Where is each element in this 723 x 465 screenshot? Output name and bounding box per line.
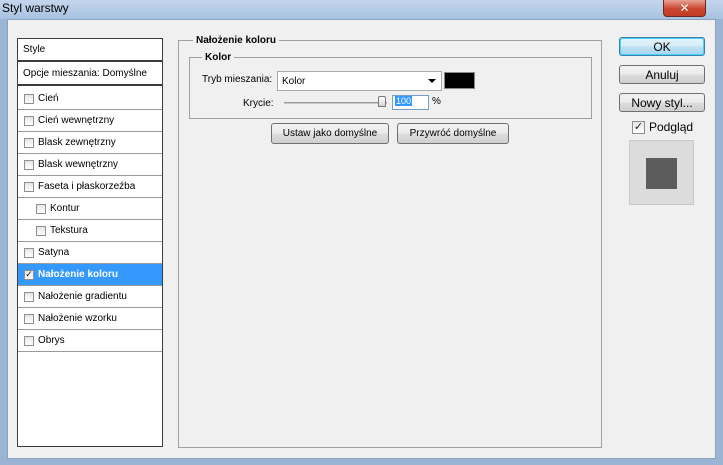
style-list-item[interactable]: Satyna bbox=[18, 242, 162, 264]
style-list-item[interactable]: Obrys bbox=[18, 330, 162, 352]
checkbox-icon[interactable]: ✓ bbox=[24, 269, 34, 280]
panel-title: Nałożenie koloru bbox=[193, 35, 280, 46]
style-list-header[interactable]: Style bbox=[18, 39, 162, 62]
checkbox-icon[interactable] bbox=[36, 203, 46, 214]
style-list-item-label: Nałożenie koloru bbox=[38, 269, 119, 280]
blend-mode-select[interactable]: Kolor bbox=[277, 71, 442, 91]
opacity-unit: % bbox=[432, 96, 441, 107]
style-list: Style Opcje mieszania: Domyślne Cień Cień… bbox=[17, 38, 163, 447]
style-list-item-label: Blask zewnętrzny bbox=[38, 137, 116, 148]
opacity-value: 100 bbox=[395, 96, 413, 106]
chevron-down-icon bbox=[428, 79, 436, 83]
checkbox-icon[interactable] bbox=[24, 335, 34, 346]
checkbox-icon[interactable] bbox=[24, 181, 34, 192]
preview-thumbnail bbox=[629, 140, 694, 205]
preview-swatch bbox=[646, 158, 677, 189]
reset-default-button[interactable]: Przywróć domyślne bbox=[397, 123, 509, 144]
style-list-item[interactable]: Blask wewnętrzny bbox=[18, 154, 162, 176]
style-list-item[interactable]: Faseta i płaskorzeźba bbox=[18, 176, 162, 198]
style-list-item-label: Cień bbox=[38, 93, 59, 104]
style-list-item-label: Faseta i płaskorzeźba bbox=[38, 181, 136, 192]
style-list-item[interactable]: ✓ Nałożenie koloru bbox=[18, 264, 162, 286]
opacity-slider-handle[interactable] bbox=[378, 96, 386, 107]
style-list-item-label: Blask wewnętrzny bbox=[38, 159, 119, 170]
new-style-button[interactable]: Nowy styl... bbox=[619, 93, 705, 112]
style-list-item-label: Cień wewnętrzny bbox=[38, 115, 115, 126]
style-list-item[interactable]: Nałożenie gradientu bbox=[18, 286, 162, 308]
window-title: Styl warstwy bbox=[2, 1, 69, 15]
checkbox-icon[interactable] bbox=[24, 93, 34, 104]
opacity-label: Krycie: bbox=[243, 98, 274, 109]
checkbox-icon: ✓ bbox=[632, 120, 645, 134]
style-list-item-label: Tekstura bbox=[50, 225, 88, 236]
ok-button[interactable]: OK bbox=[619, 37, 705, 56]
cancel-button[interactable]: Anuluj bbox=[619, 65, 705, 84]
color-subgroup: Kolor Tryb mieszania: Kolor Krycie: 100 … bbox=[189, 52, 592, 119]
style-list-item-label: Obrys bbox=[38, 335, 65, 346]
checkbox-icon[interactable] bbox=[24, 115, 34, 126]
blend-mode-value: Kolor bbox=[282, 75, 306, 87]
style-list-item[interactable]: Nałożenie wzorku bbox=[18, 308, 162, 330]
blend-mode-label: Tryb mieszania: bbox=[202, 74, 273, 85]
checkbox-icon[interactable] bbox=[24, 291, 34, 302]
style-list-item[interactable]: Cień bbox=[18, 88, 162, 110]
preview-checkbox[interactable]: ✓ Podgląd bbox=[632, 120, 693, 134]
style-list-item-label: Kontur bbox=[50, 203, 80, 214]
opacity-slider-track[interactable] bbox=[284, 102, 387, 104]
style-list-item[interactable]: Cień wewnętrzny bbox=[18, 110, 162, 132]
style-list-item-label: Nałożenie gradientu bbox=[38, 291, 127, 302]
checkbox-icon[interactable] bbox=[24, 159, 34, 170]
checkbox-icon[interactable] bbox=[24, 313, 34, 324]
close-button[interactable]: ✕ bbox=[663, 0, 706, 17]
checkbox-icon[interactable] bbox=[36, 225, 46, 236]
set-default-button[interactable]: Ustaw jako domyślne bbox=[271, 123, 389, 144]
subgroup-title: Kolor bbox=[202, 52, 235, 63]
dialog-body: Style Opcje mieszania: Domyślne Cień Cień… bbox=[7, 19, 716, 459]
preview-label: Podgląd bbox=[649, 120, 694, 134]
style-list-item-label: Nałożenie wzorku bbox=[38, 313, 117, 324]
color-overlay-group: Nałożenie koloru Kolor Tryb mieszania: K… bbox=[178, 35, 602, 448]
title-bar: Styl warstwy bbox=[0, 0, 723, 19]
style-list-item[interactable]: Blask zewnętrzny bbox=[18, 132, 162, 154]
style-list-item[interactable]: Tekstura bbox=[18, 220, 162, 242]
color-swatch[interactable] bbox=[444, 72, 475, 89]
blend-options-item[interactable]: Opcje mieszania: Domyślne bbox=[18, 62, 162, 86]
style-list-item[interactable]: Kontur bbox=[18, 198, 162, 220]
checkbox-icon[interactable] bbox=[24, 137, 34, 148]
style-list-item-label: Satyna bbox=[38, 247, 70, 258]
checkbox-icon[interactable] bbox=[24, 247, 34, 258]
opacity-input[interactable]: 100 bbox=[392, 95, 429, 110]
close-icon: ✕ bbox=[679, 1, 690, 15]
